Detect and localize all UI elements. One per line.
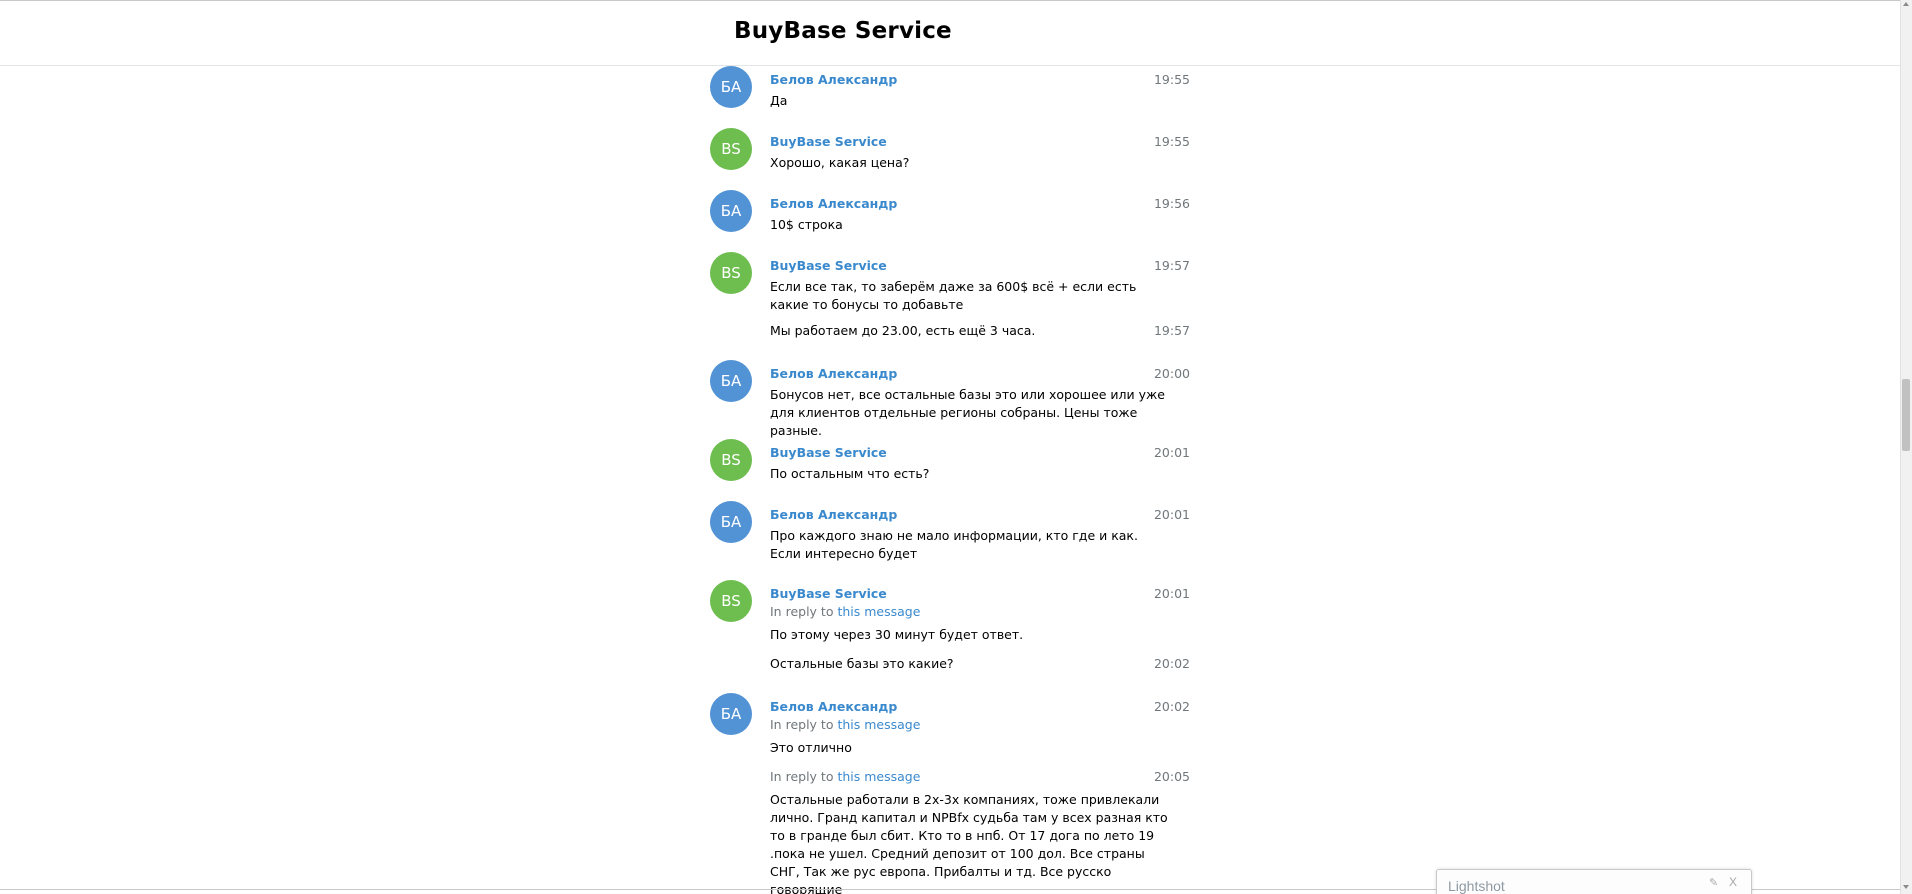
message-text: Остальные работали в 2х-3х компаниях, то… xyxy=(770,792,1168,894)
message: БА Белов Александр 19:55 Да xyxy=(710,66,1190,128)
sender-name[interactable]: Белов Александр xyxy=(770,365,897,383)
avatar[interactable]: БА xyxy=(710,360,752,402)
message: BS BuyBase Service 20:01 In reply to thi… xyxy=(710,580,1190,655)
message-text: Да xyxy=(770,93,788,108)
avatar[interactable]: BS xyxy=(710,580,752,622)
message-time: 20:01 xyxy=(1153,445,1190,460)
message-text: Хорошо, какая цена? xyxy=(770,155,910,170)
message: BS BuyBase Service 19:57 Если все так, т… xyxy=(710,252,1190,322)
sender-name[interactable]: Белов Александр xyxy=(770,698,897,716)
message-time: 20:02 xyxy=(1153,656,1190,671)
message-header: BuyBase Service 19:57 xyxy=(770,257,1190,275)
message-header: Белов Александр 20:02 xyxy=(770,698,1190,716)
reply-link[interactable]: this message xyxy=(837,769,920,784)
message-time: 20:02 xyxy=(1153,699,1190,714)
reply-to: In reply to this message xyxy=(770,768,1190,786)
sender-name[interactable]: BuyBase Service xyxy=(770,585,887,603)
scrollbar-thumb[interactable] xyxy=(1902,379,1910,451)
reply-to: In reply to this message xyxy=(770,716,1190,734)
message: 20:05 In reply to this message Остальные… xyxy=(710,768,1190,894)
avatar[interactable]: БА xyxy=(710,66,752,108)
sender-name[interactable]: BuyBase Service xyxy=(770,257,887,275)
message: БА Белов Александр 19:56 10$ строка xyxy=(710,190,1190,252)
page-header: BuyBase Service xyxy=(0,1,1900,66)
page: BuyBase Service БА Белов Александр 19:55… xyxy=(0,0,1912,894)
message-text: Если все так, то заберём даже за 600$ вс… xyxy=(770,279,1137,312)
message-header: BuyBase Service 19:55 xyxy=(770,133,1190,151)
message-time: 20:01 xyxy=(1153,586,1190,601)
message-text: По этому через 30 минут будет ответ. xyxy=(770,627,1024,642)
message-header: Белов Александр 19:56 xyxy=(770,195,1190,213)
reply-link[interactable]: this message xyxy=(837,604,920,619)
message-time: 19:57 xyxy=(1153,323,1190,338)
reply-prefix: In reply to xyxy=(770,769,838,784)
message: БА Белов Александр 20:02 In reply to thi… xyxy=(710,693,1190,768)
reply-prefix: In reply to xyxy=(770,717,838,732)
message: БА Белов Александр 20:01 Про каждого зна… xyxy=(710,501,1190,580)
message-header: Белов Александр 20:00 xyxy=(770,365,1190,383)
avatar[interactable]: BS xyxy=(710,252,752,294)
reply-prefix: In reply to xyxy=(770,604,838,619)
message-text: Мы работаем до 23.00, есть ещё 3 часа. xyxy=(770,323,1036,338)
message-time: 20:05 xyxy=(1153,769,1190,784)
reply-to: In reply to this message xyxy=(770,603,1190,621)
message-header: BuyBase Service 20:01 xyxy=(770,444,1190,462)
message-time: 19:55 xyxy=(1153,72,1190,87)
page-title: BuyBase Service xyxy=(734,18,952,44)
message: 19:57 Мы работаем до 23.00, есть ещё 3 ч… xyxy=(710,322,1190,360)
message-text: Остальные базы это какие? xyxy=(770,656,954,671)
message-header: BuyBase Service 20:01 xyxy=(770,585,1190,603)
avatar[interactable]: БА xyxy=(710,693,752,735)
message-time: 19:56 xyxy=(1153,196,1190,211)
message-time: 20:01 xyxy=(1153,507,1190,522)
avatar[interactable]: БА xyxy=(710,190,752,232)
message: BS BuyBase Service 19:55 Хорошо, какая ц… xyxy=(710,128,1190,190)
message-history: БА Белов Александр 19:55 Да BS BuyBase S… xyxy=(710,66,1190,894)
message-text: 10$ строка xyxy=(770,217,843,232)
message: 20:02 Остальные базы это какие? xyxy=(710,655,1190,693)
message-time: 20:00 xyxy=(1153,366,1190,381)
sender-name[interactable]: Белов Александр xyxy=(770,195,897,213)
message-time: 19:57 xyxy=(1153,258,1190,273)
pin-icon[interactable]: ✎ xyxy=(1709,876,1718,889)
sender-name[interactable]: Белов Александр xyxy=(770,506,897,524)
message-text: Это отлично xyxy=(770,740,852,755)
sender-name[interactable]: BuyBase Service xyxy=(770,444,887,462)
reply-link[interactable]: this message xyxy=(837,717,920,732)
sender-name[interactable]: Белов Александр xyxy=(770,71,897,89)
message-text: Про каждого знаю не мало информации, кто… xyxy=(770,528,1138,561)
message-text: Бонусов нет, все остальные базы это или … xyxy=(770,387,1165,438)
message-header: Белов Александр 20:01 xyxy=(770,506,1190,524)
avatar[interactable]: BS xyxy=(710,439,752,481)
lightshot-widget[interactable]: Lightshot ✎ X xyxy=(1436,869,1752,894)
message-header: Белов Александр 19:55 xyxy=(770,71,1190,89)
scroll-down-icon[interactable] xyxy=(1903,885,1909,889)
close-icon[interactable]: X xyxy=(1729,875,1737,889)
lightshot-label: Lightshot xyxy=(1448,878,1505,894)
sender-name[interactable]: BuyBase Service xyxy=(770,133,887,151)
message: БА Белов Александр 20:00 Бонусов нет, вс… xyxy=(710,360,1190,439)
scroll-up-icon[interactable] xyxy=(1903,2,1909,6)
message: BS BuyBase Service 20:01 По остальным чт… xyxy=(710,439,1190,501)
message-time: 19:55 xyxy=(1153,134,1190,149)
message-text: По остальным что есть? xyxy=(770,466,930,481)
avatar[interactable]: BS xyxy=(710,128,752,170)
avatar[interactable]: БА xyxy=(710,501,752,543)
